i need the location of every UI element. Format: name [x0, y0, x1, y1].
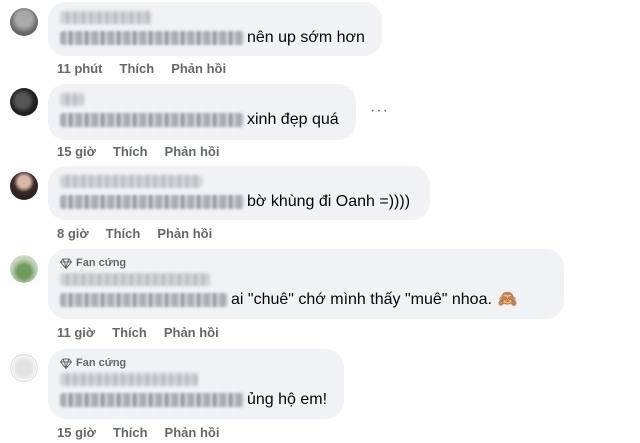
like-button[interactable]: Thích: [120, 61, 155, 76]
diamond-icon: [60, 258, 72, 269]
monkey-emoji-icon: 🙈: [497, 291, 518, 308]
comment-time[interactable]: 15 giờ: [57, 144, 96, 159]
reply-button[interactable]: Phản hồi: [165, 425, 220, 440]
commenter-name-blurred[interactable]: [60, 11, 152, 24]
comment-text: bờ khùng đi Oanh =)))): [247, 193, 411, 210]
reply-button[interactable]: Phản hồi: [164, 325, 219, 340]
comment-bubble: nên up sớm hơn: [48, 2, 382, 56]
more-options-icon[interactable]: ···: [370, 102, 389, 120]
comment-bubble: Fan cứng ai "chuê" chớ mình thấy "muê" n…: [48, 249, 564, 319]
mention-blurred[interactable]: [60, 195, 244, 209]
comment-bubble: bờ khùng đi Oanh =)))): [48, 166, 430, 220]
reply-button[interactable]: Phản hồi: [165, 144, 220, 159]
comment-bubble: Fan cứng ủng hộ em!: [48, 349, 344, 419]
like-button[interactable]: Thích: [113, 425, 148, 440]
fan-badge: Fan cứng: [60, 256, 552, 271]
avatar[interactable]: [10, 88, 38, 116]
comment-text: xinh đẹp quá: [247, 111, 339, 128]
mention-blurred[interactable]: [60, 393, 244, 407]
avatar[interactable]: [10, 255, 38, 283]
avatar[interactable]: [10, 8, 38, 36]
comment-time[interactable]: 8 giờ: [57, 226, 89, 241]
comment-time[interactable]: 11 phút: [57, 61, 103, 76]
commenter-name-blurred[interactable]: [60, 175, 202, 188]
like-button[interactable]: Thích: [113, 144, 148, 159]
like-button[interactable]: Thích: [106, 226, 141, 241]
fan-badge: Fan cứng: [60, 356, 332, 371]
commenter-name-blurred[interactable]: [60, 273, 210, 286]
mention-blurred[interactable]: [60, 31, 244, 45]
badge-label: Fan cứng: [76, 357, 127, 369]
commenter-name-blurred[interactable]: [60, 93, 84, 106]
comment-bubble: xinh đẹp quá: [48, 84, 356, 140]
mention-blurred[interactable]: [60, 113, 244, 127]
comment-time[interactable]: 15 giờ: [57, 425, 96, 440]
comment-text: nên up sớm hơn: [247, 29, 365, 46]
avatar[interactable]: [10, 172, 38, 200]
badge-label: Fan cứng: [76, 257, 127, 269]
comment-text: ai "chuê" chớ mình thấy "muê" nhoa.: [231, 291, 492, 308]
comment-text: ủng hộ em!: [247, 391, 328, 408]
reply-button[interactable]: Phản hồi: [157, 226, 212, 241]
diamond-icon: [60, 358, 72, 369]
comment-time[interactable]: 11 giờ: [57, 325, 95, 340]
commenter-name-blurred[interactable]: [60, 373, 198, 386]
avatar[interactable]: [10, 354, 38, 382]
mention-blurred[interactable]: [60, 293, 228, 307]
reply-button[interactable]: Phản hồi: [171, 61, 226, 76]
like-button[interactable]: Thích: [112, 325, 147, 340]
